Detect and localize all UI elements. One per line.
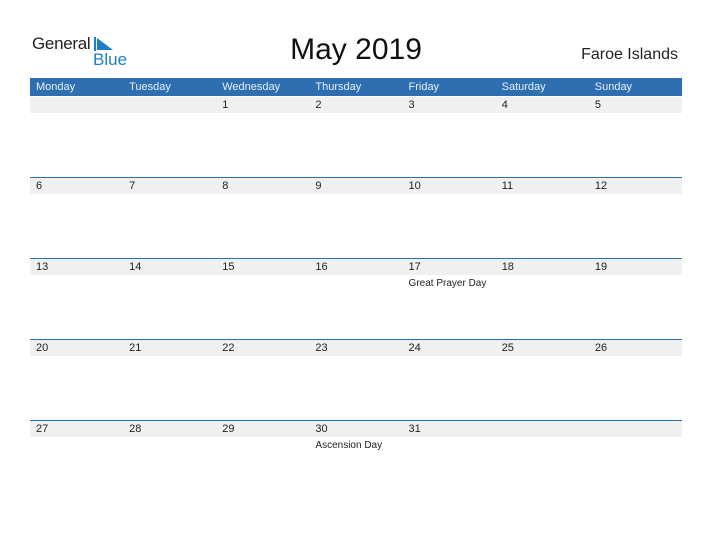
weekday-thursday: Thursday bbox=[315, 81, 362, 93]
day-cell: 26 bbox=[589, 340, 682, 420]
day-cell: 25 bbox=[496, 340, 589, 420]
day-cell: 8 bbox=[216, 178, 309, 258]
day-cell: 12 bbox=[589, 178, 682, 258]
day-number: 20 bbox=[36, 342, 49, 354]
day-cell: 9 bbox=[309, 178, 402, 258]
week-row: 27 28 29 30 Ascension Day 31 bbox=[30, 420, 682, 501]
day-cell: 13 bbox=[30, 259, 123, 339]
week-row: 13 14 15 16 17 Great Prayer Day 18 19 bbox=[30, 258, 682, 339]
day-cell: 7 bbox=[123, 178, 216, 258]
day-number: 23 bbox=[315, 342, 328, 354]
week-row: 6 7 8 9 10 11 12 bbox=[30, 177, 682, 258]
day-cell bbox=[123, 97, 216, 177]
day-number: 8 bbox=[222, 180, 229, 192]
day-number: 2 bbox=[315, 99, 322, 111]
day-cell: 20 bbox=[30, 340, 123, 420]
day-cell: 18 bbox=[496, 259, 589, 339]
day-number: 26 bbox=[594, 342, 608, 354]
day-number: 5 bbox=[594, 99, 601, 111]
day-cell bbox=[496, 421, 589, 501]
day-cell bbox=[589, 421, 682, 501]
holiday-label: Great Prayer Day bbox=[408, 278, 487, 289]
day-number: 12 bbox=[594, 180, 608, 192]
day-number: 3 bbox=[408, 99, 415, 111]
day-cell: 10 bbox=[403, 178, 496, 258]
day-number: 6 bbox=[36, 180, 43, 192]
day-cell: 14 bbox=[123, 259, 216, 339]
day-number: 19 bbox=[594, 261, 608, 273]
weekday-tuesday: Tuesday bbox=[129, 81, 171, 93]
day-number: 1 bbox=[222, 99, 229, 111]
day-cell: 28 bbox=[123, 421, 216, 501]
day-number: 31 bbox=[408, 423, 421, 435]
day-cell: 6 bbox=[30, 178, 123, 258]
day-number: 28 bbox=[129, 423, 142, 435]
day-cell: 29 bbox=[216, 421, 309, 501]
day-number: 22 bbox=[222, 342, 235, 354]
day-cell: 21 bbox=[123, 340, 216, 420]
week-row: 20 21 22 23 24 25 26 bbox=[30, 339, 682, 420]
weekday-header: Monday Tuesday Wednesday Thursday Friday… bbox=[30, 78, 682, 96]
day-cell: 11 bbox=[496, 178, 589, 258]
day-cell: 17 Great Prayer Day bbox=[403, 259, 496, 339]
day-cell: 15 bbox=[216, 259, 309, 339]
holiday-label: Ascension Day bbox=[315, 440, 383, 451]
day-number: 13 bbox=[36, 261, 49, 273]
day-cell: 22 bbox=[216, 340, 309, 420]
day-number: 25 bbox=[501, 342, 514, 354]
day-number: 21 bbox=[129, 342, 142, 354]
weekday-wednesday: Wednesday bbox=[222, 81, 281, 93]
day-number: 9 bbox=[315, 180, 322, 192]
day-cell bbox=[30, 97, 123, 177]
weekday-saturday: Saturday bbox=[501, 81, 546, 93]
day-cell: 3 bbox=[403, 97, 496, 177]
day-cell: 5 bbox=[589, 97, 682, 177]
day-number: 7 bbox=[129, 180, 136, 192]
day-number: 16 bbox=[315, 261, 328, 273]
day-cell: 16 bbox=[309, 259, 402, 339]
day-cell: 19 bbox=[589, 259, 682, 339]
weekday-sunday: Sunday bbox=[594, 81, 633, 93]
week-row: 1 2 3 4 5 bbox=[30, 97, 682, 177]
day-number: 24 bbox=[408, 342, 421, 354]
weekday-friday: Friday bbox=[408, 81, 440, 93]
day-cell: 24 bbox=[403, 340, 496, 420]
day-cell: 30 Ascension Day bbox=[309, 421, 402, 501]
day-number: 10 bbox=[408, 180, 421, 192]
weekday-monday: Monday bbox=[36, 81, 76, 93]
day-number: 30 bbox=[315, 423, 328, 435]
country-label: Faroe Islands bbox=[581, 46, 678, 63]
day-number: 17 bbox=[408, 261, 421, 273]
day-number: 4 bbox=[501, 99, 508, 111]
day-number: 15 bbox=[222, 261, 235, 273]
day-cell: 31 bbox=[403, 421, 496, 501]
day-cell: 27 bbox=[30, 421, 123, 501]
day-cell: 4 bbox=[496, 97, 589, 177]
day-number: 29 bbox=[222, 423, 235, 435]
day-number: 14 bbox=[129, 261, 142, 273]
day-number: 18 bbox=[501, 261, 514, 273]
day-cell: 1 bbox=[216, 97, 309, 177]
day-cell: 2 bbox=[309, 97, 402, 177]
day-cell: 23 bbox=[309, 340, 402, 420]
day-number: 27 bbox=[36, 423, 49, 435]
day-number: 11 bbox=[501, 180, 514, 192]
